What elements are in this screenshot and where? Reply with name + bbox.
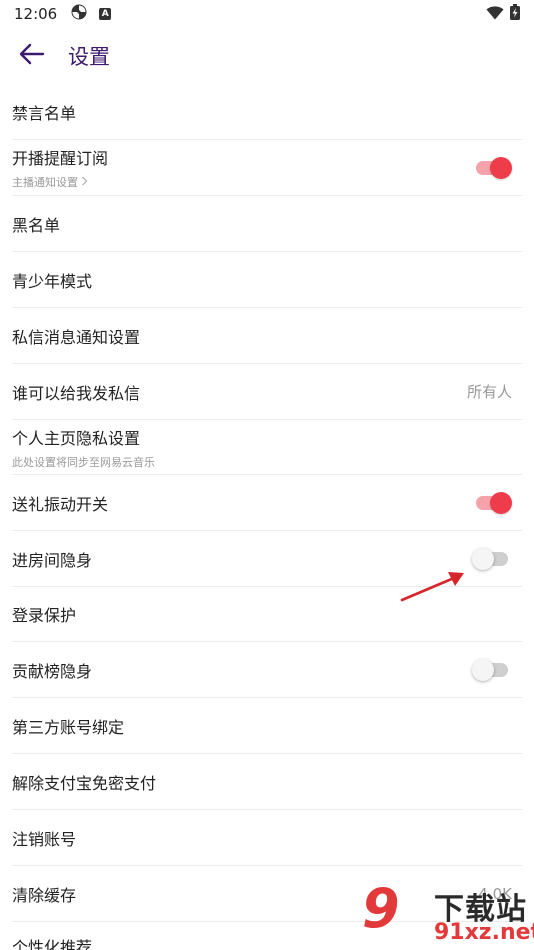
settings-item-label: 第三方账号绑定 [12, 717, 125, 737]
settings-item-value: 所有人 [466, 383, 512, 401]
settings-item-label: 进房间隐身 [12, 550, 93, 570]
settings-item-contribution-invisible[interactable]: 贡献榜隐身 [12, 642, 522, 698]
a-badge-icon: A [99, 8, 112, 20]
settings-item-label: 开播提醒订阅 [12, 149, 109, 168]
watermark-logo: 9 [362, 877, 400, 940]
settings-item-label: 个人主页隐私设置 [12, 428, 141, 448]
settings-item-label: 禁言名单 [12, 103, 77, 123]
settings-item-label: 送礼振动开关 [12, 494, 109, 514]
gift-vibration-toggle[interactable] [476, 491, 512, 514]
settings-item-mute-list[interactable]: 禁言名单 [12, 84, 522, 140]
host-notification-link[interactable]: 主播通知设置 [12, 174, 108, 190]
settings-item-gift-vibration[interactable]: 送礼振动开关 [12, 475, 522, 531]
pinwheel-icon [71, 4, 87, 24]
settings-item-teen-mode[interactable]: 青少年模式 [12, 252, 522, 308]
settings-item-label: 贡献榜隐身 [12, 661, 93, 681]
settings-item-label: 清除缓存 [12, 885, 77, 905]
arrow-left-icon [19, 43, 45, 69]
settings-item-homepage-privacy[interactable]: 个人主页隐私设置 此处设置将同步至网易云音乐 [12, 420, 522, 475]
settings-item-sublabel: 此处设置将同步至网易云音乐 [12, 455, 155, 469]
settings-item-label: 登录保护 [12, 606, 77, 625]
settings-item-label: 青少年模式 [12, 271, 93, 291]
contribution-invisible-toggle[interactable] [472, 658, 508, 681]
settings-list: 禁言名单 开播提醒订阅 主播通知设置 黑名单 青少年模式 私信消息通知设置 谁可… [0, 84, 534, 950]
annotation-arrow-icon [398, 568, 468, 608]
settings-item-blacklist[interactable]: 黑名单 [12, 196, 522, 252]
settings-item-alipay-unbind[interactable]: 解除支付宝免密支付 [12, 754, 522, 810]
status-bar: 12:06 A [0, 0, 534, 28]
settings-item-message-permission[interactable]: 谁可以给我发私信 所有人 [12, 364, 522, 420]
settings-item-label: 注销账号 [12, 829, 77, 849]
wifi-icon [486, 5, 504, 24]
watermark: 9 下载站 91xz.net [360, 880, 534, 950]
settings-item-label: 个性化推荐 [12, 938, 93, 950]
back-button[interactable] [18, 42, 46, 70]
battery-charging-icon [510, 4, 520, 24]
settings-item-live-reminder[interactable]: 开播提醒订阅 主播通知设置 [12, 140, 522, 196]
status-time: 12:06 [14, 5, 58, 23]
live-reminder-toggle[interactable] [476, 156, 512, 179]
chevron-right-icon [81, 176, 88, 189]
watermark-url: 91xz.net [434, 920, 534, 945]
settings-item-label: 黑名单 [12, 215, 61, 235]
settings-item-message-notification[interactable]: 私信消息通知设置 [12, 308, 522, 364]
page-title: 设置 [68, 45, 110, 69]
app-bar: 设置 [0, 28, 534, 84]
settings-item-delete-account[interactable]: 注销账号 [12, 810, 522, 866]
settings-item-label: 解除支付宝免密支付 [12, 773, 157, 793]
settings-item-sublabel: 主播通知设置 [12, 176, 78, 189]
settings-item-third-party-binding[interactable]: 第三方账号绑定 [12, 698, 522, 754]
settings-item-label: 私信消息通知设置 [12, 327, 141, 347]
invisible-entry-toggle[interactable] [472, 547, 508, 570]
settings-item-label: 谁可以给我发私信 [12, 383, 141, 403]
